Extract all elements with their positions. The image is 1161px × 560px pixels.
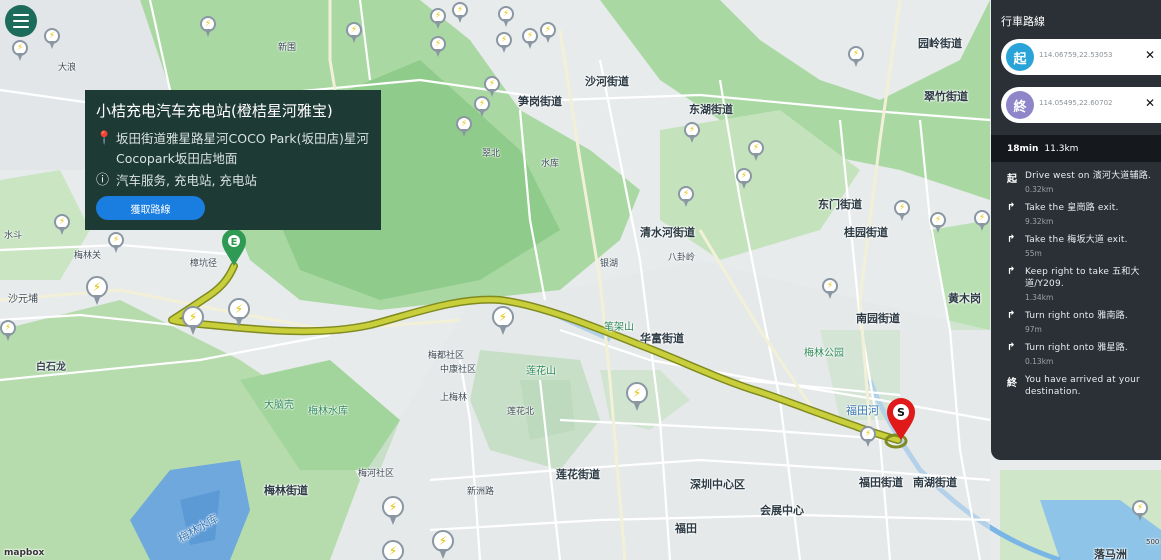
station-category-row: ⓘ 汽车服务, 充电站, 充电站 (96, 171, 370, 191)
route-step[interactable]: ↱ Take the 皇崗路 exit. 9.32km (991, 202, 1161, 226)
route-step-text: Drive west on 濱河大道辅路. (1025, 171, 1151, 181)
charging-station-pin[interactable]: ⚡ (930, 212, 946, 234)
charging-station-pin[interactable]: ⚡ (430, 36, 446, 58)
origin-marker[interactable]: S (884, 396, 918, 442)
route-step-distance: 0.32km (1025, 185, 1054, 194)
station-categories: 汽车服务, 充电站, 充电站 (116, 173, 257, 188)
route-step-distance: 0.13km (1025, 357, 1054, 366)
route-step[interactable]: ↱ Turn right onto 雅星路. 0.13km (991, 342, 1161, 366)
charging-station-pin[interactable]: ⚡ (86, 276, 108, 306)
route-step-text: Turn right onto 雅星路. (1025, 343, 1128, 353)
route-step-distance: 1.34km (1025, 293, 1054, 302)
start-marker-letter: S (897, 406, 905, 419)
origin-badge: 起 (1006, 43, 1034, 71)
charging-station-pin[interactable]: ⚡ (540, 22, 556, 44)
charging-station-pin[interactable]: ⚡ (860, 426, 876, 448)
charging-station-pin[interactable]: ⚡ (382, 540, 404, 560)
charging-station-pin[interactable]: ⚡ (736, 168, 752, 190)
charging-station-pin[interactable]: ⚡ (1132, 500, 1148, 522)
origin-field[interactable]: 起 114.06759,22.53053 ✕ (1001, 39, 1161, 75)
charging-station-pin[interactable]: ⚡ (748, 140, 764, 162)
station-address-row: 📍 坂田街道雅星路星河COCO Park(坂田店)星河Cocopark坂田店地面 (96, 129, 370, 169)
charging-station-pin[interactable]: ⚡ (228, 298, 250, 328)
directions-panel: 行車路線 起 114.06759,22.53053 ✕ 終 114.05495,… (991, 0, 1161, 460)
charging-station-pin[interactable]: ⚡ (382, 496, 404, 526)
route-step-text: Take the 梅坂大道 exit. (1025, 235, 1128, 245)
charging-station-pin[interactable]: ⚡ (498, 6, 514, 28)
route-step[interactable]: ↱ Turn right onto 雅南路. 97m (991, 310, 1161, 334)
charging-station-pin[interactable]: ⚡ (678, 186, 694, 208)
route-step-distance: 55m (1025, 249, 1042, 258)
route-step-distance: 97m (1025, 325, 1042, 334)
route-step[interactable]: ↱ Keep right to take 五和大道/Y209. 1.34km (991, 266, 1161, 302)
charging-station-pin[interactable]: ⚡ (430, 8, 446, 30)
turn-right-icon: ↱ (1007, 342, 1016, 353)
map-base (0, 0, 1161, 560)
info-icon: ⓘ (96, 173, 110, 188)
charging-station-pin[interactable]: ⚡ (974, 210, 990, 232)
clear-destination-icon[interactable]: ✕ (1145, 96, 1155, 110)
charging-station-pin[interactable]: ⚡ (54, 214, 70, 236)
destination-field[interactable]: 終 114.05495,22.60702 ✕ (1001, 87, 1161, 123)
charging-station-pin[interactable]: ⚡ (684, 122, 700, 144)
panel-title: 行車路線 (1001, 15, 1045, 28)
origin-coords: 114.06759,22.53053 (1039, 51, 1113, 59)
charging-station-pin[interactable]: ⚡ (346, 22, 362, 44)
charging-station-pin[interactable]: ⚡ (484, 76, 500, 98)
station-address: 坂田街道雅星路星河COCO Park(坂田店)星河Cocopark坂田店地面 (116, 131, 369, 166)
charging-station-pin[interactable]: ⚡ (44, 28, 60, 50)
charging-station-pin[interactable]: ⚡ (626, 382, 648, 412)
map-canvas[interactable]: 梅林街道 莲花街道 福田街道 清水河街道 华富街道 东湖街道 园岭街道 南园街道… (0, 0, 1161, 560)
charging-station-pin[interactable]: ⚡ (12, 40, 28, 62)
charging-station-pin[interactable]: ⚡ (474, 96, 490, 118)
end-marker-letter: E (231, 237, 238, 248)
charging-station-pin[interactable]: ⚡ (452, 2, 468, 24)
route-step[interactable]: ↱ Take the 梅坂大道 exit. 55m (991, 234, 1161, 258)
start-step-icon: 起 (1007, 174, 1017, 185)
charging-station-pin[interactable]: ⚡ (894, 200, 910, 222)
route-step[interactable]: 起 Drive west on 濱河大道辅路. 0.32km (991, 170, 1161, 194)
turn-right-icon: ↱ (1007, 234, 1016, 245)
charging-station-pin[interactable]: ⚡ (822, 278, 838, 300)
route-summary: 18min 11.3km (991, 135, 1161, 162)
route-step[interactable]: 終 You have arrived at your destination. (991, 374, 1161, 398)
route-step-text: Take the 皇崗路 exit. (1025, 203, 1119, 213)
charging-station-pin[interactable]: ⚡ (432, 530, 454, 560)
clear-origin-icon[interactable]: ✕ (1145, 48, 1155, 62)
hamburger-icon (13, 14, 29, 16)
charging-station-pin[interactable]: ⚡ (182, 306, 204, 336)
get-route-button[interactable]: 獲取路線 (96, 196, 205, 220)
charging-station-pin[interactable]: ⚡ (492, 306, 514, 336)
turn-right-icon: ↱ (1007, 266, 1016, 277)
charging-station-pin[interactable]: ⚡ (522, 28, 538, 50)
charging-station-pin[interactable]: ⚡ (0, 320, 16, 342)
lightning-icon: ⚡ (382, 540, 404, 560)
location-pin-icon: 📍 (96, 131, 113, 146)
route-step-distance: 9.32km (1025, 217, 1054, 226)
destination-coords: 114.05495,22.60702 (1039, 99, 1113, 107)
charging-station-pin[interactable]: ⚡ (496, 32, 512, 54)
destination-marker[interactable]: E (220, 228, 248, 268)
charging-station-pin[interactable]: ⚡ (848, 46, 864, 68)
charging-station-pin[interactable]: ⚡ (456, 116, 472, 138)
station-popup: 小桔充电汽车充电站(橙桔星河雅宝) 📍 坂田街道雅星路星河COCO Park(坂… (85, 90, 381, 230)
destination-badge: 終 (1006, 91, 1034, 119)
route-step-text: Keep right to take 五和大道/Y209. (1025, 267, 1140, 289)
arrive-step-icon: 終 (1007, 378, 1017, 389)
charging-station-pin[interactable]: ⚡ (108, 232, 124, 254)
turn-right-icon: ↱ (1007, 310, 1016, 321)
charging-station-pin[interactable]: ⚡ (200, 16, 216, 38)
route-distance: 11.3km (1044, 143, 1079, 154)
menu-button[interactable] (5, 5, 37, 37)
route-steps: 起 Drive west on 濱河大道辅路. 0.32km ↱ Take the 皇崗… (991, 170, 1161, 398)
station-title: 小桔充电汽车充电站(橙桔星河雅宝) (96, 102, 333, 120)
route-step-text: Turn right onto 雅南路. (1025, 311, 1128, 321)
route-duration: 18min (1007, 143, 1039, 154)
turn-right-icon: ↱ (1007, 202, 1016, 213)
route-step-text: You have arrived at your destination. (1025, 375, 1140, 397)
